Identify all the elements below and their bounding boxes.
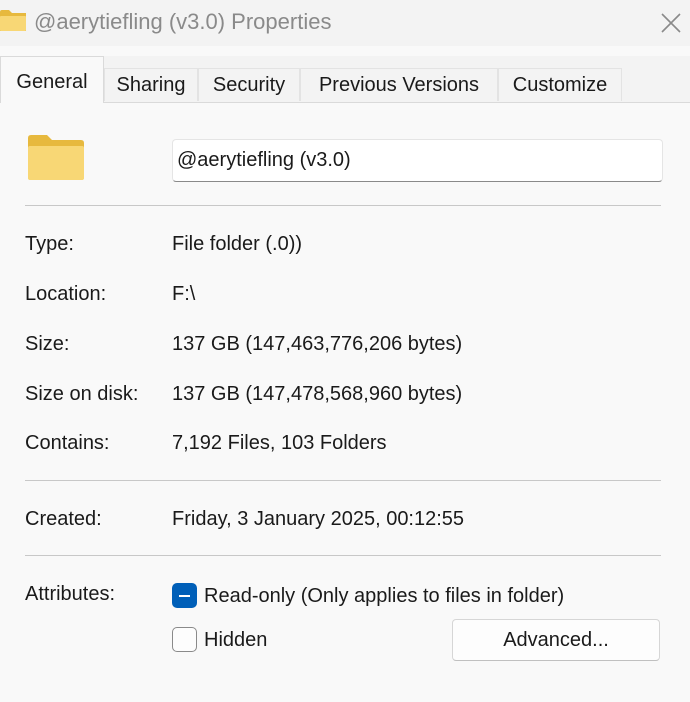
title-bar: @aerytiefling (v3.0) Properties <box>0 0 690 46</box>
folder-name-input[interactable] <box>172 139 663 182</box>
location-value: F:\ <box>172 283 196 305</box>
tab-security[interactable]: Security <box>198 68 300 101</box>
size-value: 137 GB (147,463,776,206 bytes) <box>172 333 463 355</box>
size-on-disk-value: 137 GB (147,478,568,960 bytes) <box>172 383 463 405</box>
tab-customize[interactable]: Customize <box>498 68 622 101</box>
tab-sharing[interactable]: Sharing <box>104 68 198 101</box>
close-icon <box>661 13 681 33</box>
attributes-label: Attributes: <box>25 583 116 605</box>
readonly-label[interactable]: Read-only (Only applies to files in fold… <box>204 585 564 608</box>
close-button[interactable] <box>652 0 690 46</box>
indeterminate-mark-icon <box>179 594 190 597</box>
separator <box>25 480 661 481</box>
readonly-checkbox[interactable] <box>172 583 197 608</box>
tab-general[interactable]: General <box>0 56 104 103</box>
hidden-label[interactable]: Hidden <box>204 629 267 652</box>
size-label: Size: <box>25 333 70 355</box>
tab-strip: General Sharing Security Previous Versio… <box>0 56 690 103</box>
type-value: File folder (.0)) <box>172 233 303 255</box>
location-label: Location: <box>25 283 107 305</box>
type-label: Type: <box>25 233 74 255</box>
folder-icon <box>0 10 26 31</box>
contains-label: Contains: <box>25 432 110 454</box>
separator <box>25 555 661 556</box>
window-title: @aerytiefling (v3.0) Properties <box>34 9 332 34</box>
contains-value: 7,192 Files, 103 Folders <box>172 432 387 454</box>
hidden-checkbox[interactable] <box>172 627 197 652</box>
separator <box>25 205 661 206</box>
tab-previous-versions[interactable]: Previous Versions <box>300 68 498 101</box>
created-value: Friday, 3 January 2025, 00:12:55 <box>172 508 465 530</box>
advanced-button[interactable]: Advanced... <box>452 619 660 661</box>
size-on-disk-label: Size on disk: <box>25 383 139 405</box>
created-label: Created: <box>25 508 102 530</box>
folder-icon <box>28 135 84 180</box>
